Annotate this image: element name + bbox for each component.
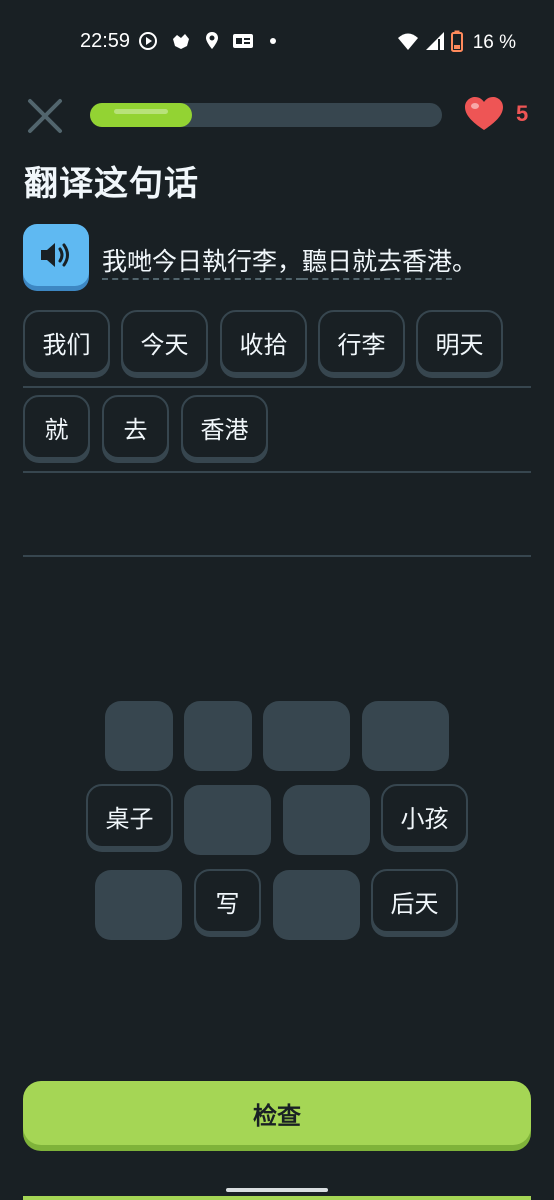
home-indicator[interactable] — [226, 1188, 328, 1192]
play-circle-icon — [138, 31, 158, 55]
speaker-icon — [41, 243, 69, 267]
prompt-end-punct: 。 — [452, 247, 478, 276]
word-bank-slot-empty — [184, 785, 271, 855]
wifi-icon — [397, 31, 419, 55]
word-bank-tile[interactable]: 小孩 — [381, 784, 468, 848]
answer-tile[interactable]: 收拾 — [220, 310, 307, 374]
answer-tile[interactable]: 就 — [23, 395, 90, 459]
prompt-segment[interactable]: 聽日就去香港 — [302, 247, 453, 280]
progress-shine — [114, 109, 168, 114]
dot-icon — [266, 31, 280, 55]
word-bank-slot-empty — [362, 701, 449, 771]
answer-tile[interactable]: 我们 — [23, 310, 110, 374]
word-bank-slot-empty — [95, 870, 182, 940]
answer-tile[interactable]: 行李 — [318, 310, 405, 374]
word-bank-slot-empty — [263, 701, 350, 771]
location-pin-icon — [204, 31, 220, 55]
answer-tile[interactable]: 香港 — [181, 395, 268, 459]
word-bank-slot-empty — [105, 701, 173, 771]
lesson-progress-fill — [90, 103, 193, 127]
battery-low-icon — [450, 30, 463, 56]
battery-percent: 16 % — [472, 32, 516, 53]
answer-line — [23, 386, 531, 388]
hearts-counter[interactable]: 5 — [464, 96, 528, 132]
word-bank-tile[interactable]: 写 — [194, 869, 261, 933]
word-bank-tile[interactable]: 后天 — [371, 869, 458, 933]
word-bank-slot-empty — [283, 785, 370, 855]
answer-tile[interactable]: 明天 — [416, 310, 503, 374]
status-time: 22:59 — [80, 30, 131, 52]
prompt-sentence: 我哋今日執行李，聽日就去香港。 — [102, 242, 478, 280]
word-bank-slot-empty — [273, 870, 360, 940]
cell-signal-icon — [425, 31, 445, 55]
prompt-segment[interactable]: 我哋今日執行李， — [102, 247, 303, 280]
answer-tile[interactable]: 今天 — [121, 310, 208, 374]
hearts-count: 5 — [516, 101, 529, 126]
status-left-icons — [138, 31, 280, 55]
close-button[interactable] — [26, 97, 64, 135]
word-bank-slot-empty — [184, 701, 252, 771]
check-button[interactable]: 检查 — [23, 1081, 531, 1145]
answer-line — [23, 471, 531, 473]
heart-icon — [465, 97, 503, 130]
answer-line — [23, 555, 531, 557]
page-title: 翻译这句话 — [24, 164, 199, 204]
status-right: 16 % — [397, 30, 516, 56]
word-bank-tile[interactable]: 桌子 — [86, 784, 173, 848]
bottom-strip — [23, 1196, 531, 1200]
answer-tile[interactable]: 去 — [102, 395, 169, 459]
app-notification-icon — [170, 31, 192, 55]
speaker-button[interactable] — [23, 224, 89, 286]
status-bar: 22:59 16 % — [0, 22, 554, 62]
id-card-icon — [232, 32, 254, 54]
lesson-progress-bar — [90, 103, 442, 127]
close-icon — [28, 99, 62, 133]
